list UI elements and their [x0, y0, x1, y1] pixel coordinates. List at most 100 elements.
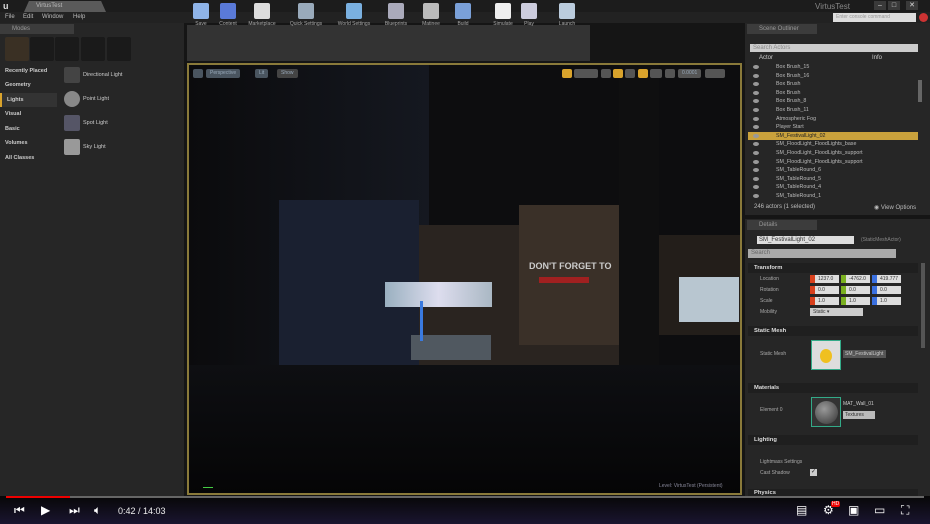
materials-section[interactable]: Materials [748, 383, 918, 393]
viewport-options-button[interactable] [193, 69, 203, 78]
category-volumes[interactable]: Volumes [0, 136, 57, 150]
foliage-mode-icon[interactable] [81, 37, 105, 61]
menu-help[interactable]: Help [73, 14, 85, 20]
simulate-button[interactable]: Simulate [490, 2, 516, 34]
lightmass-settings[interactable]: Lightmass Settings [760, 459, 802, 465]
outliner-row[interactable]: Atmospheric Fog [748, 115, 918, 124]
transform-section[interactable]: Transform [748, 263, 918, 273]
category-basic[interactable]: Basic [0, 122, 57, 136]
marketplace-button[interactable]: Marketplace [244, 2, 280, 34]
category-all-classes[interactable]: All Classes [0, 151, 57, 165]
static-mesh-dropdown[interactable]: SM_FestivalLight [843, 350, 886, 358]
translate-tool-icon[interactable] [562, 69, 572, 78]
category-recently-placed[interactable]: Recently Placed [0, 64, 57, 78]
outliner-row[interactable]: SM_FloodLight_FloodLights_base [748, 140, 918, 149]
outliner-row[interactable]: Box Brush_8 [748, 97, 918, 106]
outliner-row[interactable]: SM_TableRound_5 [748, 175, 918, 184]
level-viewport[interactable]: DON'T FORGET TO Perspective Lit Show 0.0… [187, 63, 742, 495]
scale-x-field[interactable]: 1.0 [810, 297, 839, 305]
close-button[interactable]: ✕ [906, 1, 918, 10]
details-tab[interactable]: Details [747, 220, 817, 230]
theater-mode-icon[interactable]: ▭ [874, 503, 885, 517]
location-y-field[interactable]: -4762.0 [841, 275, 870, 283]
blueprints-button[interactable]: Blueprints [379, 2, 413, 34]
menu-edit[interactable]: Edit [23, 14, 33, 20]
console-input[interactable]: Enter console command [833, 13, 916, 22]
level-tab[interactable]: VirtusTest [24, 1, 106, 12]
grid-size[interactable] [625, 69, 635, 78]
outliner-row[interactable]: SM_TableRound_4 [748, 183, 918, 192]
outliner-row[interactable]: Box Brush_16 [748, 72, 918, 81]
outliner-row[interactable]: Box Brush_11 [748, 106, 918, 115]
place-mode-icon[interactable] [5, 37, 29, 61]
mobility-dropdown[interactable]: Static ▾ [810, 308, 863, 316]
layout-button[interactable] [705, 69, 725, 78]
outliner-row[interactable]: Box Brush [748, 89, 918, 98]
build-button[interactable]: Build [451, 2, 475, 34]
view-options-button[interactable]: ◉ View Options [874, 204, 916, 211]
play-button[interactable]: Play [517, 2, 541, 34]
geometry-mode-icon[interactable] [107, 37, 131, 61]
rotation-x-field[interactable]: 0.0 [810, 286, 839, 294]
show-button[interactable]: Show [277, 69, 298, 78]
modes-tab[interactable]: Modes [0, 24, 74, 34]
details-scrollbar[interactable] [921, 263, 925, 348]
column-actor[interactable]: Actor [759, 55, 773, 61]
fullscreen-icon[interactable]: ⛶ [901, 503, 909, 518]
details-search-input[interactable]: Search [748, 249, 896, 258]
outliner-scrollbar[interactable] [918, 80, 922, 102]
quick-settings-button[interactable]: Quick Settings [284, 2, 328, 34]
material-dropdown[interactable]: MAT_Wall_01 [843, 401, 878, 409]
video-progress-bar[interactable] [6, 496, 924, 498]
item-directional-light[interactable]: Directional Light [62, 64, 180, 86]
matinee-button[interactable]: Matinee [417, 2, 445, 34]
outliner-tab[interactable]: Scene Outliner [747, 24, 817, 34]
column-info[interactable]: Info [872, 55, 882, 61]
settings-icon[interactable]: ⚙ HD [823, 501, 841, 517]
paint-mode-icon[interactable] [30, 37, 54, 61]
material-thumbnail[interactable] [811, 397, 841, 427]
subtitles-icon[interactable]: ▤ [796, 503, 807, 517]
console-icon[interactable] [919, 13, 928, 22]
save-button[interactable]: Save [191, 2, 211, 34]
transform-tools[interactable] [574, 69, 598, 78]
outliner-row[interactable]: SM_TableRound_1 [748, 192, 918, 201]
actor-name-input[interactable]: SM_FestivalLight_02 [757, 236, 854, 244]
menu-window[interactable]: Window [42, 14, 63, 20]
outliner-row[interactable]: SM_FloodLight_FloodLights_support [748, 158, 918, 167]
world-local-icon[interactable] [601, 69, 611, 78]
category-lights[interactable]: Lights [0, 93, 57, 107]
grid-snap-icon[interactable] [613, 69, 623, 78]
scale-z-field[interactable]: 1.0 [872, 297, 901, 305]
rotation-size[interactable] [650, 69, 662, 78]
item-point-light[interactable]: Point Light [62, 88, 180, 110]
lighting-section[interactable]: Lighting [748, 435, 918, 445]
miniplayer-icon[interactable]: ▣ [848, 503, 859, 517]
world-settings-button[interactable]: World Settings [333, 2, 375, 34]
category-visual[interactable]: Visual [0, 107, 57, 121]
textures-dropdown[interactable]: Textures [843, 411, 875, 419]
lit-button[interactable]: Lit [255, 69, 269, 78]
volume-icon[interactable]: 🔈︎ [94, 503, 101, 518]
rotation-y-field[interactable]: 0.0 [841, 286, 870, 294]
outliner-row[interactable]: SM_FestivalLight_02 [748, 131, 918, 141]
outliner-row[interactable]: Box Brush_15 [748, 63, 918, 72]
location-z-field[interactable]: 419.777 [872, 275, 901, 283]
static-mesh-section[interactable]: Static Mesh [748, 326, 918, 336]
outliner-row[interactable]: SM_TableRound_6 [748, 166, 918, 175]
play-icon[interactable]: ▶ [41, 503, 50, 517]
menu-file[interactable]: File [5, 14, 15, 20]
static-mesh-thumbnail[interactable] [811, 340, 841, 370]
outliner-row[interactable]: SM_FloodLight_FloodLights_support [748, 149, 918, 158]
scale-snap-icon[interactable] [665, 69, 675, 78]
launch-button[interactable]: Launch [552, 2, 582, 34]
perspective-button[interactable]: Perspective [206, 69, 241, 78]
location-x-field[interactable]: 1237.0 [810, 275, 839, 283]
item-spot-light[interactable]: Spot Light [62, 112, 180, 134]
camera-speed[interactable]: 0.0001 [678, 69, 702, 78]
cast-shadow-checkbox[interactable]: ✓ [810, 469, 817, 476]
minimize-button[interactable]: – [874, 1, 886, 10]
outliner-row[interactable]: Player Start [748, 123, 918, 132]
item-sky-light[interactable]: Sky Light [62, 136, 180, 158]
content-button[interactable]: Content [214, 2, 242, 34]
